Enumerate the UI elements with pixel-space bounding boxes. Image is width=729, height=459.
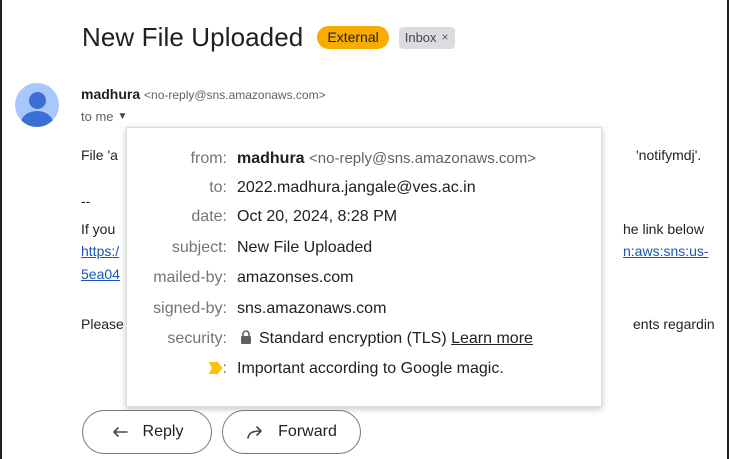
sender-email: <no-reply@sns.amazonaws.com>	[144, 88, 326, 102]
window-border-left	[0, 0, 2, 459]
details-value: 2022.madhura.jangale@ves.ac.in	[237, 179, 476, 196]
details-value: sns.amazonaws.com	[237, 300, 387, 317]
inbox-label[interactable]: Inbox ×	[398, 26, 455, 49]
details-label: mailed-by:	[153, 269, 227, 286]
to-recipient: to me	[81, 109, 114, 124]
subject-row: New File Uploaded External Inbox ×	[82, 22, 455, 53]
reply-icon	[112, 427, 128, 437]
details-row-to: to: 2022.madhura.jangale@ves.ac.in	[127, 176, 601, 200]
sender-name[interactable]: madhura	[81, 86, 140, 102]
details-row-mailed-by: mailed-by: amazonses.com	[127, 266, 601, 290]
avatar-body-shape	[21, 111, 53, 127]
body-line-4-left: Please	[81, 316, 124, 332]
details-row-date: date: Oct 20, 2024, 8:28 PM	[127, 205, 601, 229]
avatar-head-shape	[29, 92, 46, 109]
details-label: security:	[167, 330, 227, 347]
importance-marker-icon	[208, 362, 223, 374]
body-line-4-right: ents regardin	[633, 316, 715, 332]
details-label: date:	[191, 208, 227, 225]
details-row-security: security: Standard encryption (TLS) Lear…	[127, 327, 601, 351]
body-line-2-left: If you	[81, 221, 116, 237]
to-line[interactable]: to me ▼	[81, 109, 127, 124]
details-row-subject: subject: New File Uploaded	[127, 236, 601, 260]
details-label: :	[127, 360, 237, 378]
chevron-down-icon[interactable]: ▼	[118, 111, 128, 122]
forward-button[interactable]: Forward	[222, 410, 361, 454]
details-value: Standard encryption (TLS) Learn more	[237, 330, 533, 348]
reply-button[interactable]: Reply	[82, 410, 212, 454]
importance-label-colon: :	[222, 360, 227, 377]
reply-label: Reply	[142, 423, 184, 440]
details-row-signed-by: signed-by: sns.amazonaws.com	[127, 297, 601, 321]
body-line-1-right: 'notifymdj'.	[636, 147, 702, 163]
email-subject: New File Uploaded	[82, 22, 304, 52]
details-label: signed-by:	[153, 300, 227, 317]
signature-separator: --	[81, 193, 91, 209]
details-from-name: madhura	[237, 150, 305, 167]
details-label: subject:	[171, 239, 227, 256]
forward-icon	[247, 426, 262, 439]
sender-details-popup: from: madhura <no-reply@sns.amazonaws.co…	[126, 127, 602, 407]
learn-more-link[interactable]: Learn more	[451, 330, 533, 347]
details-value: Oct 20, 2024, 8:28 PM	[237, 208, 398, 225]
details-label: from:	[190, 150, 227, 167]
body-line-1-left: File 'a	[81, 147, 118, 163]
unsubscribe-link-left[interactable]: https:/	[81, 243, 119, 259]
details-value: madhura <no-reply@sns.amazonaws.com>	[237, 150, 536, 168]
forward-label: Forward	[278, 423, 337, 440]
details-row-from: from: madhura <no-reply@sns.amazonaws.co…	[127, 147, 601, 171]
details-label: to:	[209, 179, 227, 196]
avatar[interactable]	[15, 83, 59, 127]
details-value: Important according to Google magic.	[237, 360, 504, 377]
sender-line: madhura <no-reply@sns.amazonaws.com>	[81, 86, 326, 102]
details-value: amazonses.com	[237, 269, 354, 286]
inbox-label-text: Inbox	[404, 29, 437, 45]
body-line-2-right: he link below	[623, 221, 704, 237]
details-from-email: <no-reply@sns.amazonaws.com>	[309, 150, 537, 167]
close-icon[interactable]: ×	[442, 30, 449, 44]
unsubscribe-link-continued[interactable]: 5ea04	[81, 266, 120, 282]
unsubscribe-link-right[interactable]: n:aws:sns:us-	[623, 243, 709, 259]
external-badge: External	[317, 26, 389, 49]
lock-icon	[241, 330, 251, 344]
details-row-importance: : Important according to Google magic.	[127, 357, 601, 381]
security-text: Standard encryption (TLS)	[259, 330, 447, 347]
details-value: New File Uploaded	[237, 239, 373, 256]
